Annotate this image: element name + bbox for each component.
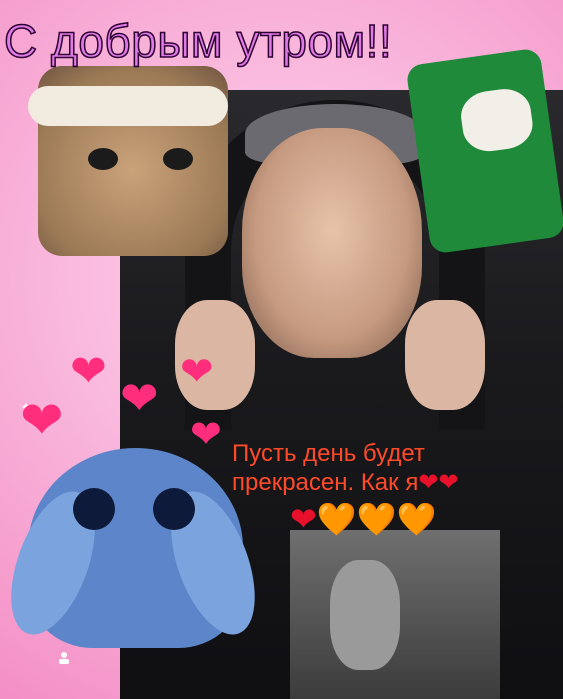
emoji-row: ❤🧡🧡🧡 xyxy=(290,503,436,535)
caracal-cat-sticker xyxy=(28,66,228,256)
heart-sticker: ❤ xyxy=(190,412,222,456)
dog-head xyxy=(457,85,536,155)
stitch-sticker xyxy=(0,448,272,648)
heart-emoji: ❤❤ xyxy=(418,468,459,496)
caption-line-2-text: прекрасен. Как я xyxy=(232,468,419,496)
right-hand xyxy=(405,300,485,410)
caption-line-2: прекрасен. Как я❤❤ xyxy=(232,469,562,498)
orange-heart-emoji: 🧡 xyxy=(396,500,437,538)
greeting-title: С добрым утром!! xyxy=(3,15,393,67)
caption: Пусть день будет прекрасен. Как я❤❤ xyxy=(232,440,562,498)
user-icon xyxy=(57,651,71,665)
heart-sticker: ❤ xyxy=(120,371,159,425)
stitch-eye xyxy=(73,488,115,530)
orange-heart-emoji: 🧡 xyxy=(356,500,397,538)
orange-heart-emoji: 🧡 xyxy=(316,500,357,538)
heart-sticker: ❤ xyxy=(20,391,64,451)
cat-eye xyxy=(163,148,193,170)
dog-in-green-costume-sticker xyxy=(405,47,563,255)
bow xyxy=(28,86,228,126)
caption-line-1: Пусть день будет xyxy=(232,440,425,467)
smiling-face xyxy=(242,128,422,358)
heart-sticker: ❤ xyxy=(180,349,214,395)
heart-sticker: ❤ xyxy=(70,346,107,397)
boy-photo xyxy=(290,530,500,699)
cat-eye xyxy=(88,148,118,170)
red-heart-emoji: ❤ xyxy=(290,500,317,538)
boy-face xyxy=(330,560,400,670)
stitch-eye xyxy=(153,488,195,530)
